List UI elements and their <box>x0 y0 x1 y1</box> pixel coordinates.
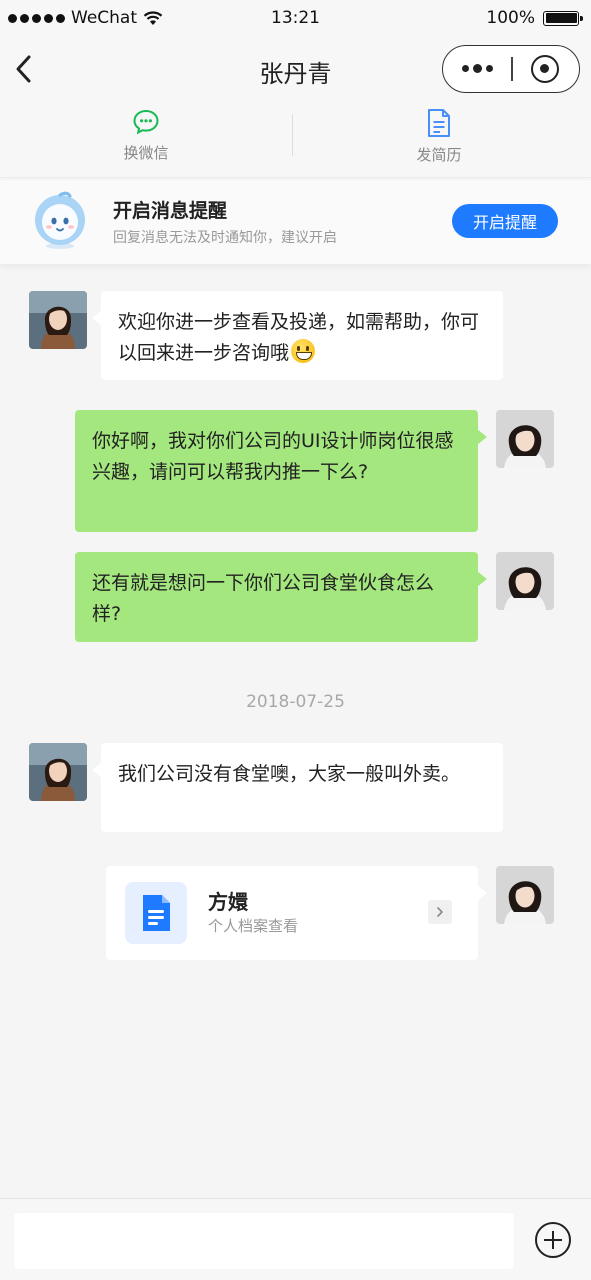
more-button[interactable] <box>443 46 511 91</box>
my-avatar[interactable] <box>496 552 554 610</box>
message-text: 你好啊，我对你们公司的UI设计师岗位很感兴趣，请问可以帮我内推一下么? <box>92 430 454 483</box>
my-avatar[interactable] <box>496 866 554 924</box>
status-right: 100% <box>486 8 583 28</box>
more-actions-button[interactable] <box>534 1221 572 1259</box>
message-bubble-outgoing[interactable]: 还有就是想问一下你们公司食堂伙食怎么样? <box>75 552 487 642</box>
battery-percentage: 100% <box>486 8 535 28</box>
exchange-wechat-button[interactable]: 换微信 <box>86 106 206 172</box>
action-divider <box>292 114 293 156</box>
battery-fill <box>545 13 577 23</box>
notification-reminder-banner: 开启消息提醒 回复消息无法及时通知你，建议开启 开启提醒 <box>0 180 591 264</box>
card-open-button[interactable] <box>428 900 452 924</box>
card-name: 方嬛 <box>208 890 248 914</box>
action-row: 换微信 发简历 <box>0 100 591 178</box>
contact-avatar[interactable] <box>29 291 87 349</box>
card-subtitle: 个人档案查看 <box>208 917 299 935</box>
chevron-right-icon <box>437 907 443 917</box>
wechat-chat-icon <box>133 109 159 135</box>
input-bar <box>0 1198 591 1280</box>
message-text: 我们公司没有食堂噢，大家一般叫外卖。 <box>118 763 461 785</box>
send-resume-button[interactable]: 发简历 <box>379 106 499 172</box>
more-dots-icon <box>461 64 493 73</box>
mini-program-capsule <box>442 45 580 93</box>
resume-document-icon <box>428 109 450 137</box>
message-text: 欢迎你进一步查看及投递，如需帮助，你可以回来进一步咨询哦 <box>118 307 487 369</box>
profile-card-message[interactable]: 方嬛 个人档案查看 <box>106 866 487 960</box>
status-bar: WeChat 13:21 100% <box>0 0 591 38</box>
card-icon-container <box>125 882 187 944</box>
capsule-divider <box>511 57 513 81</box>
message-input[interactable] <box>14 1213 514 1269</box>
contact-avatar[interactable] <box>29 743 87 801</box>
reminder-title: 开启消息提醒 <box>113 200 228 222</box>
date-separator: 2018-07-25 <box>246 692 345 712</box>
exchange-wechat-label: 换微信 <box>123 144 169 162</box>
enable-reminder-button[interactable]: 开启提醒 <box>452 204 558 238</box>
robot-mascot-icon <box>35 191 85 249</box>
close-mini-program-button[interactable] <box>531 55 559 83</box>
my-avatar-photo <box>496 410 554 468</box>
my-avatar-photo <box>496 552 554 610</box>
plus-circle-icon <box>535 1222 571 1258</box>
chevron-left-icon <box>16 55 31 83</box>
message-bubble-incoming[interactable]: 我们公司没有食堂噢，大家一般叫外卖。 <box>92 743 503 832</box>
my-avatar[interactable] <box>496 410 554 468</box>
battery-icon <box>543 10 583 26</box>
send-resume-label: 发简历 <box>416 146 462 164</box>
back-button[interactable] <box>12 52 38 86</box>
message-bubble-outgoing[interactable]: 你好啊，我对你们公司的UI设计师岗位很感兴趣，请问可以帮我内推一下么? <box>75 410 487 532</box>
message-text: 还有就是想问一下你们公司食堂伙食怎么样? <box>92 572 435 625</box>
message-bubble-incoming[interactable]: 欢迎你进一步查看及投递，如需帮助，你可以回来进一步咨询哦 <box>92 291 503 380</box>
document-icon <box>143 895 170 931</box>
nav-bar: 张丹青 <box>0 38 591 100</box>
contact-avatar-photo <box>29 291 87 349</box>
my-avatar-photo <box>496 866 554 924</box>
reminder-subtitle: 回复消息无法及时通知你，建议开启 <box>113 230 337 246</box>
contact-avatar-photo <box>29 743 87 801</box>
grinning-face-emoji-icon <box>291 339 316 363</box>
